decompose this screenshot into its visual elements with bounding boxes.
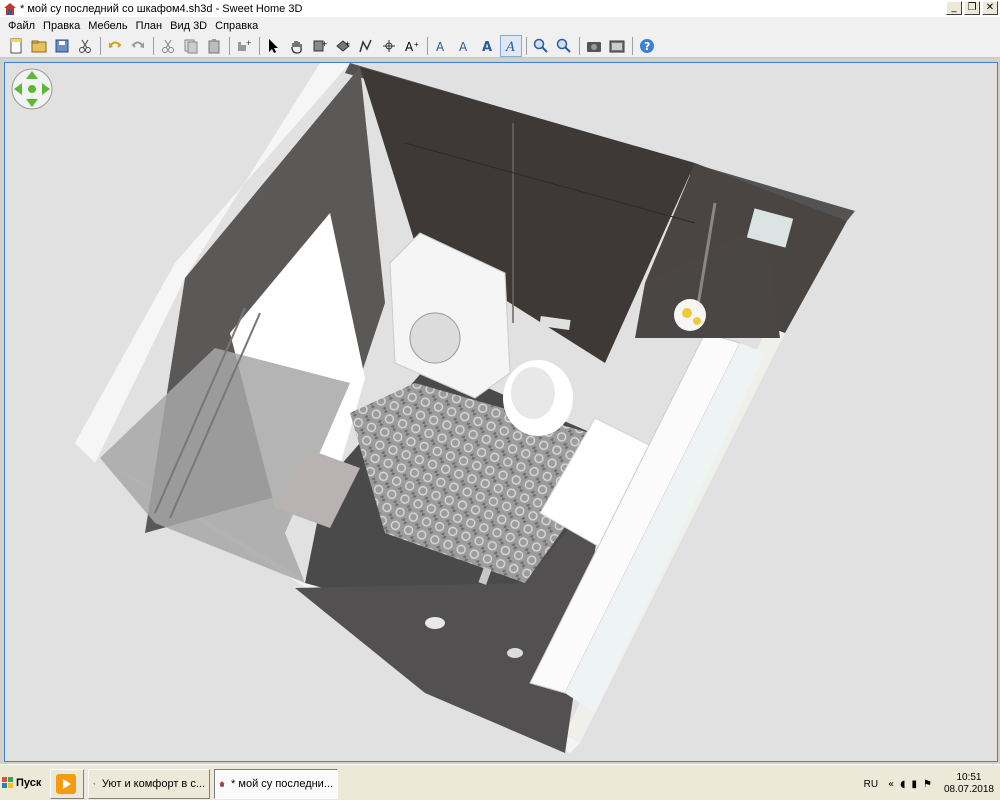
start-label: Пуск	[16, 777, 42, 789]
help-icon[interactable]: ?	[636, 35, 658, 57]
zoom-out-icon[interactable]	[553, 35, 575, 57]
svg-text:+: +	[414, 40, 419, 49]
window-title: * мой су последний со шкафом4.sh3d - Swe…	[20, 2, 303, 15]
taskbar-sweethome3d[interactable]: * мой су последни...	[214, 769, 338, 799]
redo-icon[interactable]	[127, 35, 149, 57]
bold-icon[interactable]: A	[477, 35, 499, 57]
navigation-arrows-icon[interactable]	[10, 67, 54, 111]
menu-bar: Файл Правка Мебель План Вид 3D Справка	[0, 17, 1000, 34]
svg-text:A: A	[459, 40, 468, 54]
add-furniture-icon[interactable]: +	[233, 35, 255, 57]
create-polylines-icon[interactable]	[355, 35, 377, 57]
washer-door	[409, 312, 461, 364]
taskbar: Пуск Y Уют и комфорт в с... * мой су пос…	[0, 764, 1000, 800]
toolbar-separator	[259, 36, 260, 55]
create-walls-icon[interactable]: +	[309, 35, 331, 57]
scissors-icon[interactable]	[157, 35, 179, 57]
italic-icon[interactable]: A	[500, 34, 522, 57]
show-hidden-icons-icon[interactable]: «	[888, 779, 894, 790]
menu-plan[interactable]: План	[132, 20, 167, 32]
svg-text:+: +	[322, 39, 327, 49]
start-button[interactable]: Пуск	[2, 771, 42, 795]
pan-icon[interactable]	[286, 35, 308, 57]
paste-icon[interactable]	[203, 35, 225, 57]
undo-icon[interactable]	[104, 35, 126, 57]
taskbar-sweethome3d-label: * мой су последни...	[231, 778, 333, 790]
svg-text:A: A	[482, 40, 492, 54]
cut-icon[interactable]	[74, 35, 96, 57]
create-rooms-icon[interactable]: +	[332, 35, 354, 57]
windows-flag-icon	[2, 777, 13, 788]
flag-icon[interactable]: ⚑	[923, 779, 932, 790]
svg-text:?: ?	[644, 40, 650, 53]
create-dimensions-icon[interactable]	[378, 35, 400, 57]
volume-icon[interactable]: ◖	[900, 779, 905, 790]
network-icon[interactable]: ▮	[911, 779, 917, 790]
taskbar-browser[interactable]: Y Уют и комфорт в с...	[88, 769, 210, 799]
menu-file[interactable]: Файл	[4, 20, 39, 32]
minimize-button[interactable]: _	[946, 1, 962, 15]
language-indicator[interactable]: RU	[864, 779, 878, 790]
save-icon[interactable]	[51, 35, 73, 57]
copy-icon[interactable]	[180, 35, 202, 57]
3d-view[interactable]	[4, 62, 998, 762]
toolbar-separator	[100, 36, 101, 55]
svg-text:+: +	[246, 38, 251, 48]
text-style-icon[interactable]: A	[431, 35, 453, 57]
yandex-icon: Y	[93, 782, 95, 786]
clock-time: 10:51	[956, 772, 982, 783]
taskbar-browser-label: Уют и комфорт в с...	[101, 778, 205, 790]
toolbar-separator	[229, 36, 230, 55]
menu-edit[interactable]: Правка	[39, 20, 84, 32]
svg-text:+: +	[345, 39, 350, 49]
open-icon[interactable]	[28, 35, 50, 57]
clock[interactable]: 10:51 08.07.2018	[944, 772, 994, 796]
add-text-icon[interactable]: A +	[401, 35, 423, 57]
select-icon[interactable]	[263, 35, 285, 57]
svg-text:A: A	[436, 40, 445, 54]
menu-help[interactable]: Справка	[211, 20, 262, 32]
svg-text:Y: Y	[93, 782, 95, 786]
close-button[interactable]: ✕	[982, 1, 998, 15]
toolbar-separator	[579, 36, 580, 55]
maximize-button[interactable]: ❐	[964, 1, 980, 15]
title-bar: * мой су последний со шкафом4.sh3d - Swe…	[0, 0, 1000, 17]
increase-text-icon[interactable]: A	[454, 35, 476, 57]
video-icon[interactable]	[606, 35, 628, 57]
toolbar-separator	[526, 36, 527, 55]
new-icon[interactable]	[5, 35, 27, 57]
svg-text:A: A	[505, 40, 515, 54]
3d-scene[interactable]	[5, 63, 998, 762]
toolbar-separator	[153, 36, 154, 55]
toolbar-separator	[632, 36, 633, 55]
media-player-icon	[56, 774, 76, 794]
svg-text:A: A	[405, 40, 414, 54]
taskbar-media-player[interactable]	[50, 769, 84, 799]
toolbar-separator	[427, 36, 428, 55]
menu-3d-view[interactable]: Вид 3D	[166, 20, 211, 32]
menu-furniture[interactable]: Мебель	[84, 20, 131, 32]
system-tray: RU « ◖ ▮ ⚑ 10:51 08.07.2018	[864, 769, 1000, 799]
photo-icon[interactable]	[583, 35, 605, 57]
clock-date: 08.07.2018	[943, 784, 994, 795]
app-icon	[4, 2, 16, 15]
toolbar: + + + A + A A A A ?	[0, 34, 1000, 58]
zoom-in-icon[interactable]	[530, 35, 552, 57]
sweethome3d-icon	[219, 781, 225, 787]
